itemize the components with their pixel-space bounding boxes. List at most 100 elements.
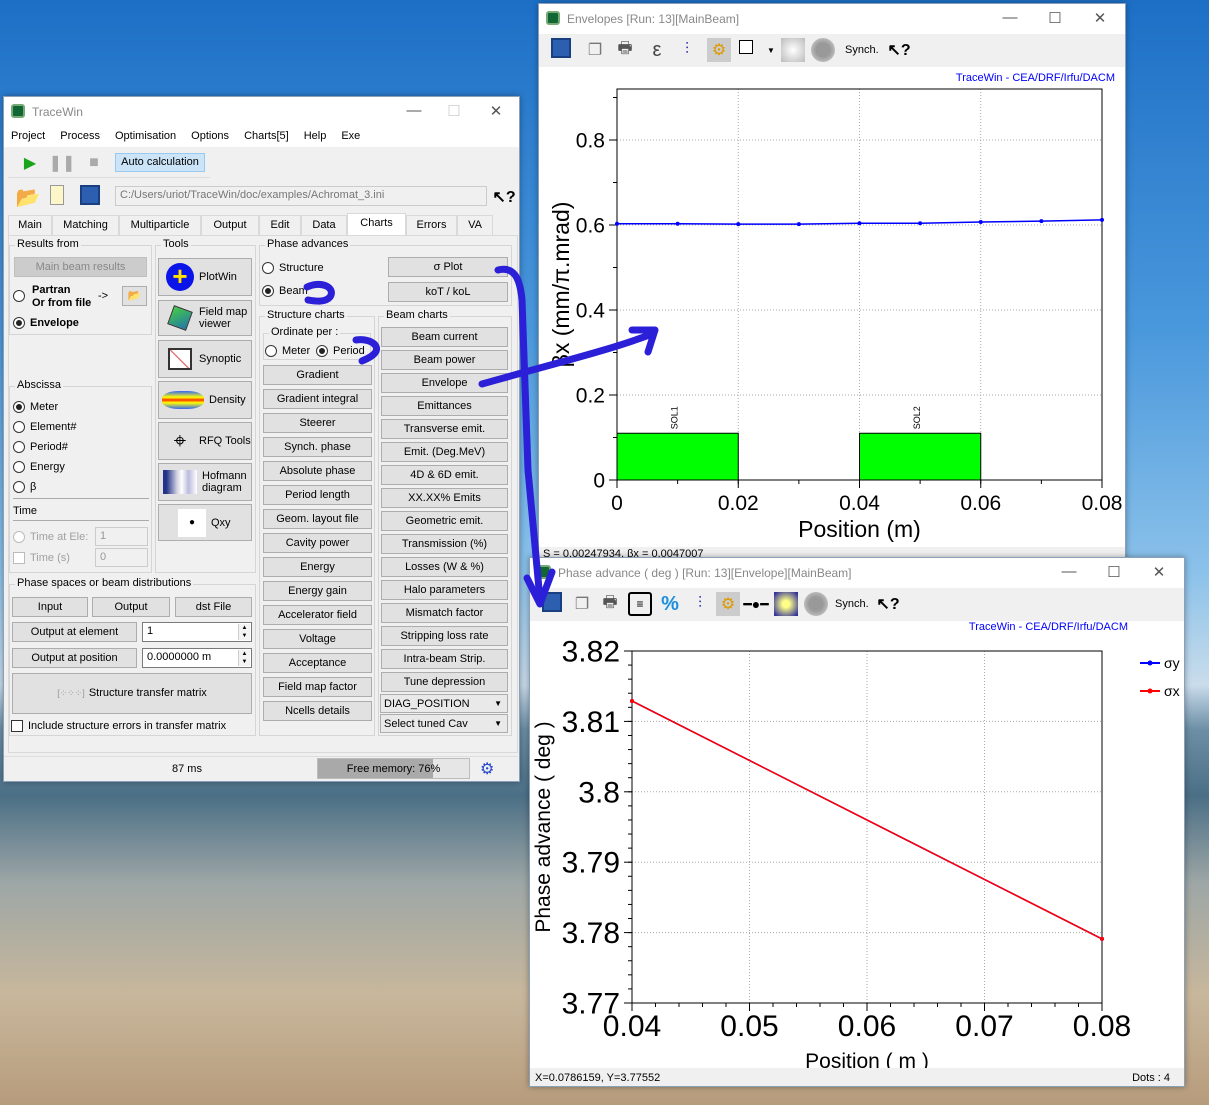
abscissa-period-radio[interactable]: Period# (13, 441, 68, 453)
rfq-tools-button[interactable]: ⌖ RFQ Tools (158, 422, 252, 460)
time-s-field[interactable]: 0 (95, 548, 148, 567)
structure-chart-button[interactable]: Geom. layout file (263, 509, 372, 529)
beam-chart-button[interactable]: 4D & 6D emit. (381, 465, 508, 485)
save-icon[interactable] (80, 185, 100, 205)
include-errors-checkbox[interactable]: Include structure errors in transfer mat… (11, 720, 226, 732)
beam-chart-button[interactable]: Emit. (Deg.MeV) (381, 442, 508, 462)
spin-arrows-icon[interactable]: ▲ ▼ (238, 624, 250, 640)
beam-chart-button[interactable]: Mismatch factor (381, 603, 508, 623)
diag-position-select[interactable]: DIAG_POSITION ▼ (380, 694, 508, 713)
minimize-button[interactable]: — (399, 102, 429, 119)
settings-tool-icon[interactable]: ⚙ (480, 759, 494, 779)
dropdown-arrow-icon[interactable]: ▼ (759, 38, 783, 62)
copy-icon[interactable]: ❐ (570, 592, 594, 616)
structure-chart-button[interactable]: Acceptance (263, 653, 372, 673)
synch-button[interactable]: Synch. (835, 598, 869, 610)
whats-this-help-icon[interactable]: ↖? (492, 185, 516, 209)
tab-data[interactable]: Data (301, 215, 347, 235)
close-button[interactable]: ✕ (481, 102, 511, 120)
structure-transfer-matrix-button[interactable]: [⁘⁘⁘] Structure transfer matrix (12, 673, 252, 714)
envelope-chart[interactable]: 0 0.02 0.04 0.06 0.08 0 0.2 0.4 0.6 0.8 SOL1 SOL2 Po… (539, 67, 1125, 547)
abscissa-element-radio[interactable]: Element# (13, 421, 76, 433)
ordinate-meter-radio[interactable]: Meter (265, 345, 310, 357)
tab-errors[interactable]: Errors (406, 215, 457, 235)
line-marker-icon[interactable]: ━●━ (743, 592, 768, 616)
menu-help[interactable]: Help (297, 127, 335, 147)
project-path-field[interactable]: C:/Users/uriot/TraceWin/doc/examples/Ach… (115, 186, 487, 206)
plotwin-button[interactable]: + PlotWin (158, 258, 252, 296)
beam-chart-button[interactable]: Emittances (381, 396, 508, 416)
output-at-element-button[interactable]: Output at element (12, 622, 137, 642)
beam-chart-button[interactable]: XX.XX% Emits (381, 488, 508, 508)
browse-folder-button[interactable]: 📂 (122, 286, 147, 306)
structure-chart-button[interactable]: Energy (263, 557, 372, 577)
emittance-epsilon-icon[interactable]: ε (645, 38, 669, 62)
qxy-button[interactable]: ● Qxy (158, 504, 252, 541)
phase-beam-radio[interactable]: Beam (262, 285, 308, 297)
beam-chart-button[interactable]: Envelope (381, 373, 508, 393)
density-view-icon[interactable] (774, 592, 798, 616)
tuned-cavity-select[interactable]: Select tuned Cav ▼ (380, 714, 508, 733)
synch-button[interactable]: Synch. (845, 44, 879, 56)
beam-chart-button[interactable]: Transverse emit. (381, 419, 508, 439)
element-number-spinbox[interactable]: 1 ▲ ▼ (142, 622, 252, 642)
abscissa-beta-radio[interactable]: β (13, 481, 36, 493)
record-icon[interactable] (804, 592, 828, 616)
structure-chart-button[interactable]: Absolute phase (263, 461, 372, 481)
beam-chart-button[interactable]: Transmission (%) (381, 534, 508, 554)
menu-options[interactable]: Options (184, 127, 237, 147)
percent-icon[interactable]: % (658, 592, 682, 616)
structure-chart-button[interactable]: Steerer (263, 413, 372, 433)
minimize-button[interactable]: — (995, 9, 1025, 26)
maximize-button[interactable]: ☐ (1099, 563, 1129, 581)
time-s-checkbox[interactable]: Time (s) (13, 552, 70, 564)
whats-this-help-icon[interactable]: ↖? (887, 38, 911, 62)
structure-chart-button[interactable]: Accelerator field (263, 605, 372, 625)
beam-chart-button[interactable]: Beam current (381, 327, 508, 347)
stop-icon[interactable]: ■ (82, 151, 106, 175)
tab-edit[interactable]: Edit (259, 215, 301, 235)
print-icon[interactable]: 🖶 (613, 38, 637, 62)
tab-matching[interactable]: Matching (52, 215, 119, 235)
beam-chart-button[interactable]: Losses (W & %) (381, 557, 508, 577)
phase-advance-chart[interactable]: 0.04 0.05 0.06 0.07 0.083.773.783.793.83.813… (530, 621, 1184, 1069)
record-icon[interactable] (811, 38, 835, 62)
color-box-icon[interactable] (739, 40, 753, 54)
structure-chart-button[interactable]: Synch. phase (263, 437, 372, 457)
main-beam-results-button[interactable]: Main beam results (14, 257, 147, 277)
tab-main[interactable]: Main (8, 215, 52, 235)
print-icon[interactable]: 🖶 (598, 592, 622, 616)
ordinate-period-radio[interactable]: Period (316, 345, 365, 357)
maximize-button[interactable]: ☐ (439, 102, 469, 120)
abscissa-energy-radio[interactable]: Energy (13, 461, 65, 473)
output-at-position-button[interactable]: Output at position (12, 648, 137, 668)
beam-chart-button[interactable]: Geometric emit. (381, 511, 508, 531)
hofmann-diagram-button[interactable]: Hofmann diagram (158, 463, 252, 501)
beam-chart-button[interactable]: Halo parameters (381, 580, 508, 600)
beam-chart-button[interactable]: Intra-beam Strip. (381, 649, 508, 669)
sigma-plot-button[interactable]: σ Plot (388, 257, 508, 277)
input-distribution-button[interactable]: Input (12, 597, 88, 617)
output-distribution-button[interactable]: Output (92, 597, 170, 617)
menu-exe[interactable]: Exe (334, 127, 368, 147)
time-at-ele-field[interactable]: 1 (95, 527, 148, 546)
structure-chart-button[interactable]: Ncells details (263, 701, 372, 721)
envelope-radio[interactable]: Envelope (13, 317, 79, 329)
time-at-ele-radio[interactable]: Time at Ele: (13, 531, 88, 543)
menu-project[interactable]: Project (4, 127, 53, 147)
ellipse-icon[interactable] (781, 38, 805, 62)
partran-radio[interactable] (13, 290, 25, 302)
save-icon[interactable] (551, 38, 571, 58)
structure-chart-button[interactable]: Field map factor (263, 677, 372, 697)
structure-chart-button[interactable]: Cavity power (263, 533, 372, 553)
dst-file-button[interactable]: dst File (175, 597, 252, 617)
structure-chart-button[interactable]: Period length (263, 485, 372, 505)
beam-chart-button[interactable]: Stripping loss rate (381, 626, 508, 646)
save-icon[interactable] (542, 592, 562, 612)
settings-gear-icon[interactable]: ⚙ (707, 38, 731, 62)
pause-icon[interactable]: ❚❚ (49, 151, 76, 175)
whats-this-help-icon[interactable]: ↖? (876, 592, 900, 616)
position-spinbox[interactable]: 0.0000000 m ▲ ▼ (142, 648, 252, 668)
kot-kol-button[interactable]: koT / koL (388, 282, 508, 302)
close-button[interactable]: ✕ (1085, 9, 1115, 27)
